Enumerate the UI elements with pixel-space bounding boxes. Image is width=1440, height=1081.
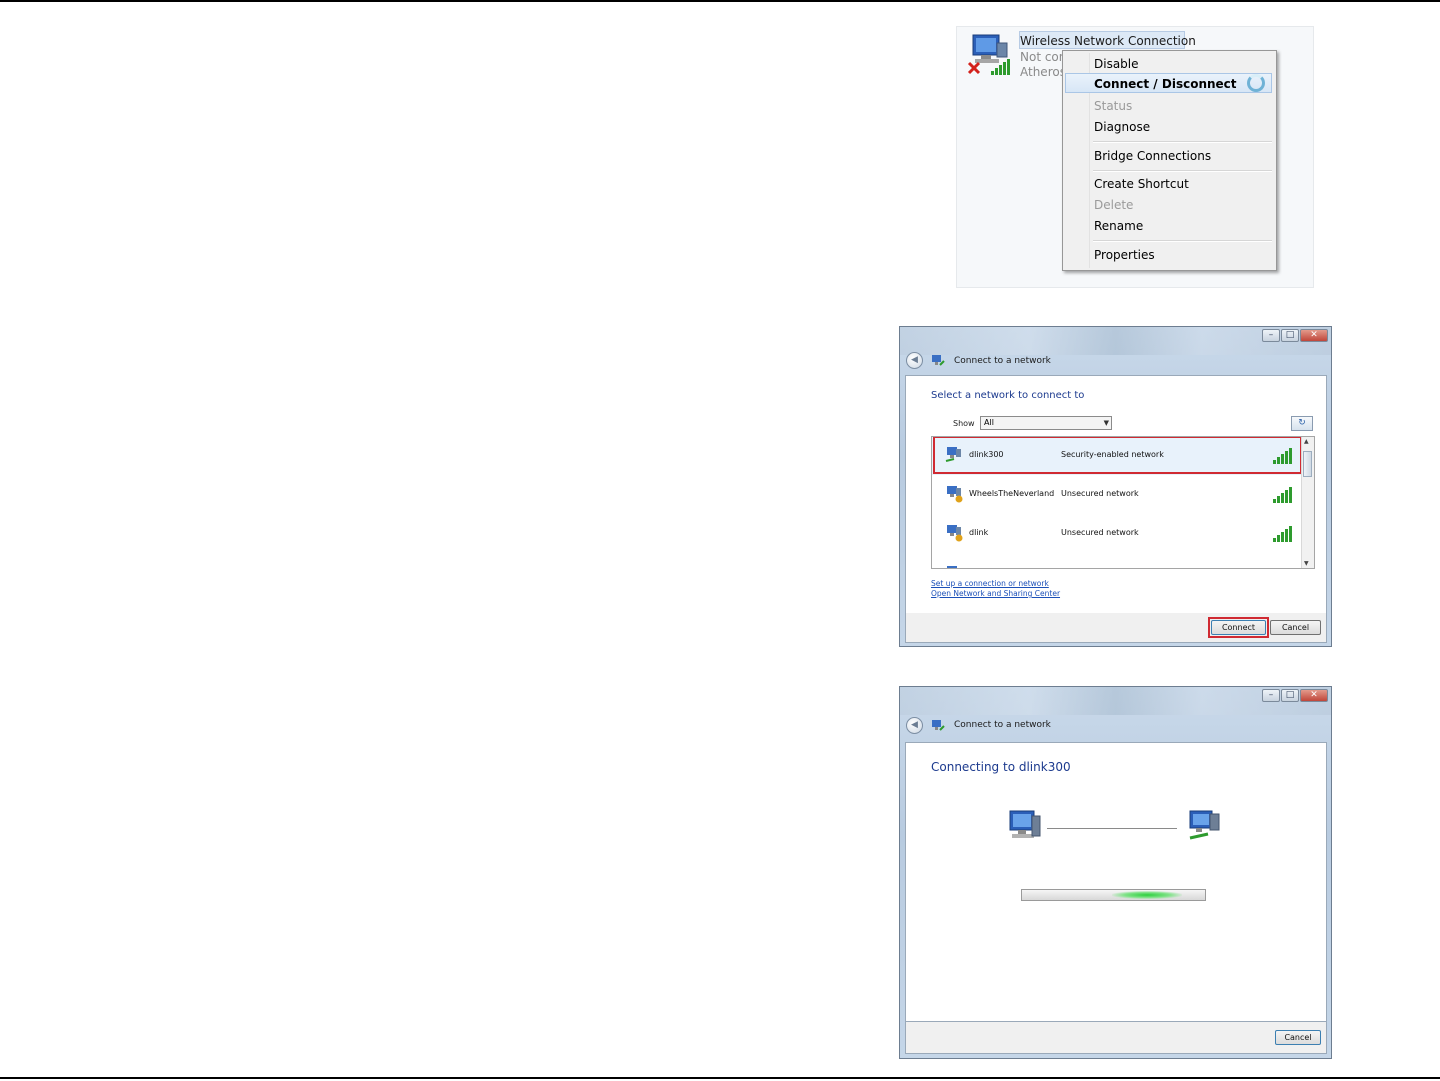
connection-status: Not con [1020, 50, 1067, 64]
context-menu: Disable Connect / Disconnect Status Diag… [1062, 50, 1277, 271]
menu-item-rename[interactable]: Rename [1094, 219, 1143, 233]
menu-item-disable[interactable]: Disable [1094, 57, 1139, 71]
chevron-down-icon: ▼ [1103, 419, 1109, 427]
menu-separator [1093, 141, 1272, 143]
dialog-footer: Connect Cancel [905, 613, 1327, 643]
connection-title: Wireless Network Connection [1020, 34, 1196, 48]
red-x-icon [967, 61, 981, 75]
refresh-button[interactable]: ↻ [1291, 416, 1313, 431]
scroll-down-icon[interactable]: ▼ [1304, 560, 1309, 567]
connection-adapter: Atheros [1020, 65, 1066, 79]
window-controls: – □ ✕ [1262, 689, 1328, 703]
window-controls: – □ ✕ [1262, 329, 1328, 343]
connection-line [1047, 828, 1177, 829]
dialog-footer: Cancel [905, 1022, 1327, 1054]
dialog-content: Connecting to dlink300 [905, 742, 1327, 1022]
context-menu-screenshot: Wireless Network Connection Not con Athe… [956, 26, 1314, 288]
cancel-button[interactable]: Cancel [1275, 1030, 1321, 1045]
close-button[interactable]: ✕ [1300, 329, 1328, 342]
network-row[interactable]: dlink Unsecured network [932, 515, 1302, 553]
minimize-button[interactable]: – [1262, 689, 1280, 702]
menu-item-create-shortcut[interactable]: Create Shortcut [1094, 177, 1189, 191]
menu-item-properties[interactable]: Properties [1094, 248, 1155, 262]
setup-connection-link[interactable]: Set up a connection or network [931, 579, 1049, 588]
bottom-border-rule [0, 1077, 1440, 1079]
menu-item-bridge-connections[interactable]: Bridge Connections [1094, 149, 1211, 163]
scroll-up-icon[interactable]: ▲ [1304, 438, 1309, 445]
signal-strength-icon [1273, 487, 1292, 503]
cancel-button[interactable]: Cancel [1270, 620, 1321, 635]
network-security: Unsecured network [1061, 528, 1139, 537]
network-row[interactable]: dlink300 Security-enabled network [932, 437, 1302, 475]
network-name: WheelsTheNeverland [969, 489, 1055, 498]
unsecured-network-icon [947, 486, 963, 503]
wireless-network-icon [1189, 810, 1220, 840]
connecting-window: – □ ✕ ◀ Connect to a network Connecting … [899, 686, 1332, 1059]
minimize-button[interactable]: – [1262, 329, 1280, 342]
show-filter-value: All [984, 418, 994, 427]
top-border-rule [0, 0, 1440, 2]
computer-icon [1009, 810, 1041, 838]
open-network-center-link[interactable]: Open Network and Sharing Center [931, 589, 1060, 598]
back-arrow-icon[interactable]: ◀ [906, 717, 923, 734]
unsecured-network-icon [947, 525, 963, 542]
dialog-heading: Connecting to dlink300 [931, 760, 1071, 774]
wireless-adapter-icon [967, 34, 1010, 75]
scrollbar-thumb[interactable] [1303, 451, 1312, 477]
network-icon [947, 566, 957, 568]
network-wizard-icon [932, 720, 945, 731]
menu-separator [1093, 240, 1272, 242]
network-wizard-icon [932, 355, 945, 366]
connecting-progress-bar [1021, 889, 1206, 901]
menu-item-diagnose[interactable]: Diagnose [1094, 120, 1150, 134]
network-name: dlink [969, 528, 989, 537]
signal-strength-icon [1273, 526, 1292, 542]
connect-button[interactable]: Connect [1211, 620, 1266, 635]
busy-spinner-icon [1247, 74, 1265, 92]
connect-to-network-window: – □ ✕ ◀ Connect to a network Select a ne… [899, 326, 1332, 647]
menu-item-status[interactable]: Status [1094, 99, 1132, 113]
dialog-heading: Select a network to connect to [931, 390, 1085, 401]
selected-network-highlight [933, 437, 1302, 474]
maximize-button[interactable]: □ [1281, 689, 1299, 702]
network-row[interactable]: WheelsTheNeverland Unsecured network [932, 476, 1302, 514]
progress-glow [1112, 891, 1182, 899]
back-arrow-icon[interactable]: ◀ [906, 352, 923, 369]
network-row[interactable] [932, 554, 1302, 568]
show-label: Show [953, 419, 975, 428]
window-title: Connect to a network [954, 356, 1051, 366]
menu-item-delete[interactable]: Delete [1094, 198, 1133, 212]
network-list-scrollbar[interactable]: ▲ ▼ [1301, 437, 1314, 568]
network-list: dlink300 Security-enabled network Wheels… [931, 436, 1315, 569]
network-security: Unsecured network [1061, 489, 1139, 498]
refresh-icon: ↻ [1298, 418, 1306, 428]
maximize-button[interactable]: □ [1281, 329, 1299, 342]
close-button[interactable]: ✕ [1300, 689, 1328, 702]
menu-item-connect-disconnect[interactable]: Connect / Disconnect [1094, 77, 1237, 91]
window-title: Connect to a network [954, 720, 1051, 730]
show-filter-select[interactable]: All ▼ [980, 416, 1112, 430]
menu-separator [1093, 170, 1272, 172]
dialog-content: Select a network to connect to Show All … [905, 375, 1327, 640]
